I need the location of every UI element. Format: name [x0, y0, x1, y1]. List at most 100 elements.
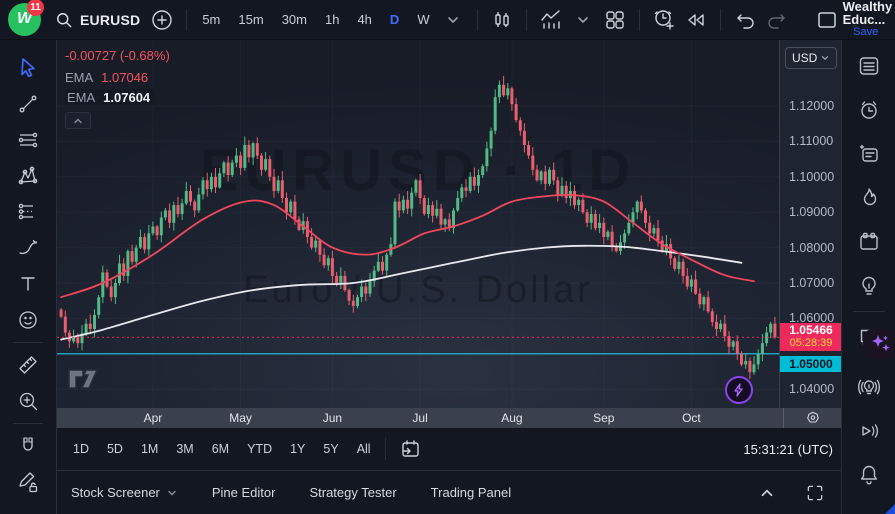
- price-tick: 1.09000: [789, 205, 834, 219]
- gear-icon: [805, 410, 821, 426]
- footer-item-stock-screener[interactable]: Stock Screener: [71, 485, 178, 500]
- range-button-1m[interactable]: 1M: [135, 438, 164, 460]
- range-button-1y[interactable]: 1Y: [284, 438, 311, 460]
- footer-item-pine-editor[interactable]: Pine Editor: [212, 485, 276, 500]
- notifications-button[interactable]: [849, 453, 889, 497]
- chart-pane[interactable]: EURUSD · 1DEuro / U.S. Dollar -0.00727 (…: [57, 40, 779, 408]
- month-tick-jun[interactable]: Jun: [314, 411, 350, 425]
- timeframe-button-d[interactable]: D: [383, 8, 406, 31]
- fullscreen-corners-icon: [805, 483, 825, 503]
- range-button-3m[interactable]: 3M: [170, 438, 199, 460]
- timeframe-button-30m[interactable]: 30m: [275, 8, 314, 31]
- time-axis[interactable]: Apr May Jun Jul Aug Sep Oct: [57, 408, 783, 428]
- currency-select[interactable]: USD: [785, 47, 837, 69]
- timeframe-dropdown-button[interactable]: [437, 4, 469, 36]
- ai-assistant-button[interactable]: [863, 329, 895, 359]
- magnet-mode-button[interactable]: [9, 428, 47, 464]
- account-menu-button[interactable]: Wealthy Educ... Save: [843, 0, 893, 39]
- month-tick-oct[interactable]: Oct: [673, 411, 709, 425]
- date-range-row: 1D 5D 1M 3M 6M YTD 1Y 5Y All 15:31:21 (UTC): [57, 428, 841, 470]
- range-button-1d[interactable]: 1D: [67, 438, 95, 460]
- zoom-in-tool-button[interactable]: [9, 383, 47, 419]
- divider: [526, 9, 527, 31]
- range-button-6m[interactable]: 6M: [206, 438, 235, 460]
- go-to-date-button[interactable]: [394, 433, 426, 465]
- range-button-ytd[interactable]: YTD: [241, 438, 278, 460]
- timeframe-button-w[interactable]: W: [410, 8, 436, 31]
- footer-item-strategy-tester[interactable]: Strategy Tester: [309, 485, 396, 500]
- indicators-button[interactable]: [535, 4, 567, 36]
- sparkles-icon: [868, 333, 892, 355]
- timeframe-button-15m[interactable]: 15m: [231, 8, 270, 31]
- chevron-down-icon: [820, 53, 830, 63]
- chat-button[interactable]: [849, 315, 889, 359]
- music-streams-button[interactable]: [849, 409, 889, 453]
- alerts-button[interactable]: [849, 88, 889, 132]
- measure-tool-button[interactable]: [9, 347, 47, 383]
- month-tick-apr[interactable]: Apr: [135, 411, 171, 425]
- resize-corner[interactable]: [885, 504, 895, 514]
- range-button-5y[interactable]: 5Y: [317, 438, 344, 460]
- bar-replay-button[interactable]: [680, 4, 712, 36]
- text-tool-button[interactable]: [9, 266, 47, 302]
- cloud-save-button[interactable]: Save: [853, 26, 878, 39]
- boost-button[interactable]: [725, 376, 753, 404]
- timeframe-button-5m[interactable]: 5m: [195, 8, 227, 31]
- chevron-up-icon: [72, 115, 84, 127]
- streams-button[interactable]: [849, 365, 889, 409]
- ema-legend-row[interactable]: EMA 1.07046: [65, 69, 152, 86]
- watchlist-button[interactable]: [849, 44, 889, 88]
- hotlists-button[interactable]: [849, 176, 889, 220]
- cursor-tool-button[interactable]: [9, 50, 47, 86]
- calendar-button[interactable]: [849, 220, 889, 264]
- expand-panel-button[interactable]: [751, 477, 783, 509]
- projection-tool-button[interactable]: [9, 194, 47, 230]
- app-logo[interactable]: W 11: [0, 0, 48, 40]
- footer-item-trading-panel[interactable]: Trading Panel: [431, 485, 511, 500]
- account-name: Wealthy Educ...: [843, 0, 893, 26]
- chart-settings-corner-button[interactable]: [783, 408, 841, 428]
- lightning-icon: [732, 383, 746, 397]
- layout-templates-button[interactable]: [599, 4, 631, 36]
- cursor-icon: [15, 55, 41, 81]
- month-tick-jul[interactable]: Jul: [402, 411, 438, 425]
- trend-line-icon: [15, 91, 41, 117]
- symbol-search-button[interactable]: EURUSD: [48, 4, 146, 36]
- fullscreen-button[interactable]: [799, 477, 831, 509]
- month-tick-aug[interactable]: Aug: [494, 411, 530, 425]
- price-tick: 1.07000: [789, 276, 834, 290]
- save-layout-button[interactable]: [811, 4, 843, 36]
- indicators-dropdown-button[interactable]: [567, 4, 599, 36]
- collapse-legend-button[interactable]: [65, 112, 91, 129]
- ema-fast-value: 1.07046: [101, 70, 148, 85]
- live-idea-broadcast-icon: [856, 374, 882, 400]
- session-clock[interactable]: 15:31:21 (UTC): [743, 442, 833, 457]
- range-button-5d[interactable]: 5D: [101, 438, 129, 460]
- price-change-readout: -0.00727 (-0.68%): [65, 48, 170, 63]
- month-tick-may[interactable]: May: [223, 411, 259, 425]
- timeframe-button-1h[interactable]: 1h: [318, 8, 346, 31]
- lock-drawings-button[interactable]: [9, 464, 47, 500]
- trend-line-tool-button[interactable]: [9, 86, 47, 122]
- notes-button[interactable]: [849, 132, 889, 176]
- fib-retracement-tool-button[interactable]: [9, 122, 47, 158]
- emoji-tool-button[interactable]: [9, 302, 47, 338]
- brush-tool-button[interactable]: [9, 230, 47, 266]
- chart-style-button[interactable]: [486, 4, 518, 36]
- tradingview-logo[interactable]: [67, 366, 103, 397]
- create-alert-button[interactable]: [648, 4, 680, 36]
- month-tick-sep[interactable]: Sep: [586, 411, 622, 425]
- pencil-lock-icon: [15, 469, 41, 495]
- price-axis[interactable]: USD 1.120001.110001.100001.090001.080001…: [779, 40, 841, 428]
- notification-count-badge: 11: [27, 0, 44, 16]
- price-tick: 1.08000: [789, 241, 834, 255]
- pattern-tool-button[interactable]: [9, 158, 47, 194]
- undo-button[interactable]: [729, 4, 761, 36]
- ideas-button[interactable]: [849, 264, 889, 308]
- compare-add-symbol-button[interactable]: [146, 4, 178, 36]
- redo-button[interactable]: [761, 4, 793, 36]
- range-button-all[interactable]: All: [351, 438, 377, 460]
- ema-legend-row[interactable]: EMA 1.07604: [65, 89, 154, 106]
- timeframe-button-4h[interactable]: 4h: [350, 8, 378, 31]
- text-icon: [15, 271, 41, 297]
